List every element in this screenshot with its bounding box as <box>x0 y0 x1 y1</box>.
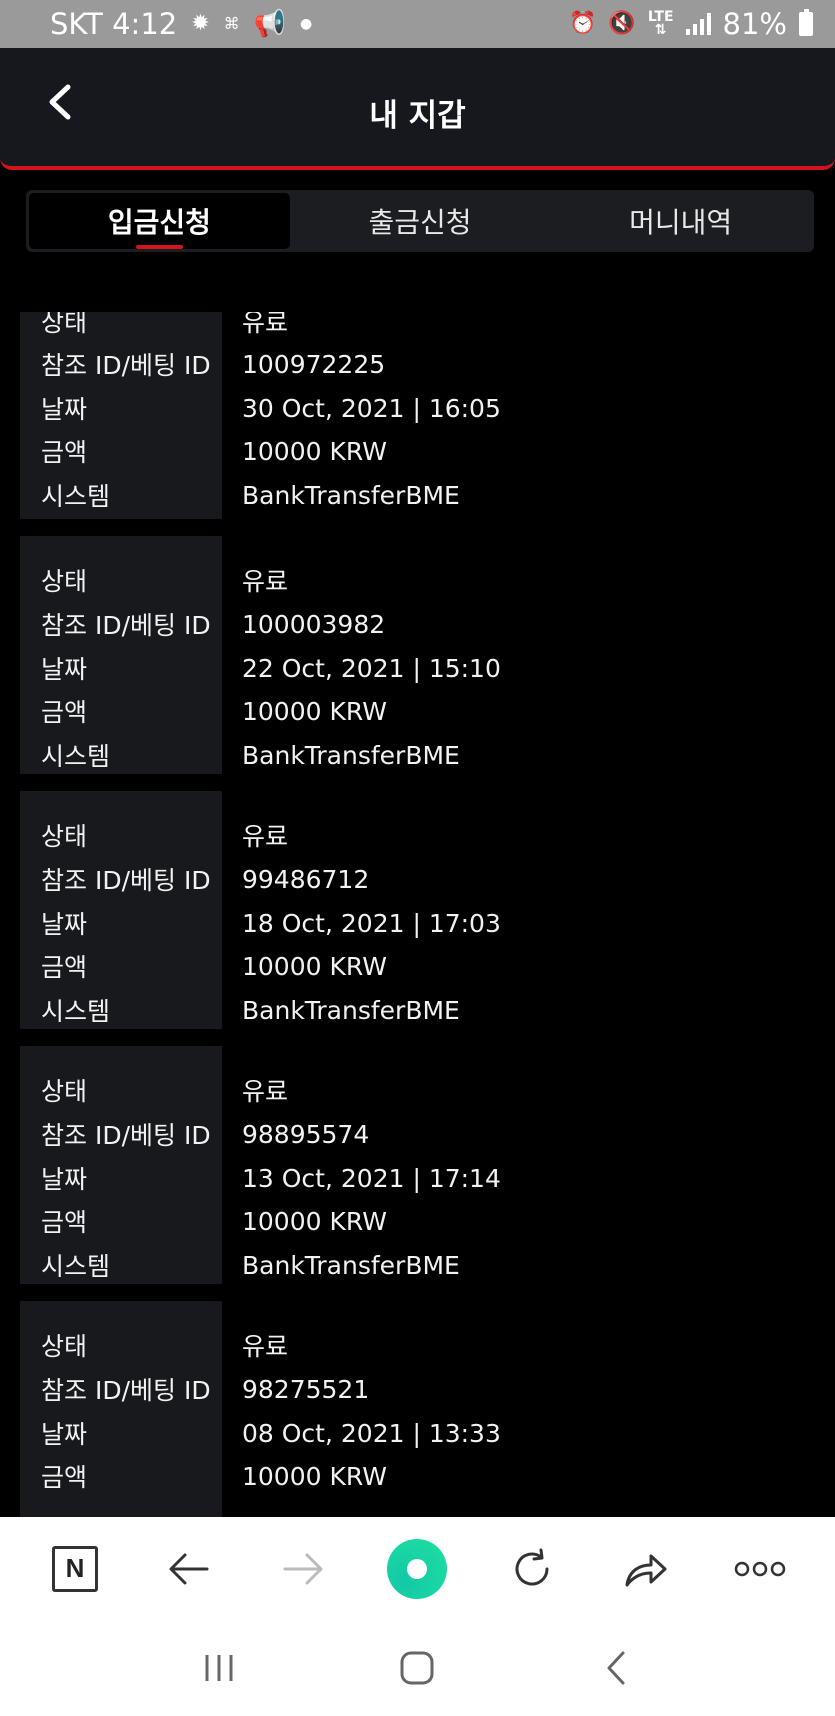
value-status: 유료 <box>242 822 289 851</box>
wallet-tabs: 입금신청 출금신청 머니내역 <box>26 190 814 252</box>
label-amount: 금액 <box>41 438 88 467</box>
label-ref-id: 참조 ID/베팅 ID <box>41 1376 211 1405</box>
value-date: 18 Oct, 2021 | 17:03 <box>242 908 501 938</box>
label-status: 상태 <box>41 822 88 851</box>
home-button[interactable] <box>382 1638 452 1698</box>
value-date: 22 Oct, 2021 | 15:10 <box>242 653 501 683</box>
label-date: 날짜 <box>41 1420 88 1449</box>
value-ref-id: 98275521 <box>242 1374 370 1404</box>
naver-n-icon: N <box>52 1545 99 1592</box>
transaction-card: 상태 유료 참조 ID/베팅 ID 98275521 날짜 08 Oct, 20… <box>0 1301 835 1517</box>
browser-toolbar: N <box>0 1517 835 1620</box>
label-amount: 금액 <box>41 1208 88 1237</box>
label-date: 날짜 <box>41 910 88 939</box>
transaction-card: 상태 유료 참조 ID/베팅 ID 100972225 날짜 30 Oct, 2… <box>0 312 835 519</box>
value-amount: 10000 KRW <box>242 1206 387 1236</box>
transaction-card: 상태 유료 참조 ID/베팅 ID 98895574 날짜 13 Oct, 20… <box>0 1046 835 1284</box>
value-system: BankTransferBME <box>242 1250 460 1280</box>
tab-withdraw-request[interactable]: 출금신청 <box>290 193 551 249</box>
label-date: 날짜 <box>41 1165 88 1194</box>
carrier-time: SKT 4:12 <box>50 7 178 41</box>
label-status: 상태 <box>41 1077 88 1106</box>
signal-icon <box>685 13 711 35</box>
back-arrow-icon <box>169 1553 209 1584</box>
label-amount: 금액 <box>41 698 88 727</box>
value-system: BankTransferBME <box>242 995 460 1025</box>
mute-icon: 🔇 <box>608 11 636 36</box>
more-icon <box>734 1561 786 1576</box>
label-status: 상태 <box>41 567 88 596</box>
value-amount: 10000 KRW <box>242 436 387 466</box>
transaction-card: 상태 유료 참조 ID/베팅 ID 100003982 날짜 22 Oct, 2… <box>0 536 835 774</box>
forward-arrow-icon <box>283 1553 323 1584</box>
home-green-icon <box>387 1538 448 1599</box>
value-status: 유료 <box>242 312 289 337</box>
value-ref-id: 98895574 <box>242 1119 370 1149</box>
label-system: 시스템 <box>41 1252 111 1281</box>
browser-back-button[interactable] <box>149 1529 229 1609</box>
label-system: 시스템 <box>41 997 111 1026</box>
reload-button[interactable] <box>492 1529 572 1609</box>
label-status: 상태 <box>41 1332 88 1361</box>
label-system: 시스템 <box>41 742 111 771</box>
megaphone-icon: 📢 <box>253 9 287 39</box>
reload-icon <box>515 1548 549 1585</box>
alarm-icon: ⏰ <box>569 11 597 36</box>
system-nav-bar <box>0 1620 835 1716</box>
value-status: 유료 <box>242 1077 289 1106</box>
value-system: BankTransferBME <box>242 740 460 770</box>
label-status: 상태 <box>41 312 88 337</box>
label-amount: 금액 <box>41 1463 88 1492</box>
tab-label: 머니내역 <box>629 206 733 239</box>
value-amount: 10000 KRW <box>242 951 387 981</box>
value-date: 13 Oct, 2021 | 17:14 <box>242 1163 501 1193</box>
label-ref-id: 참조 ID/베팅 ID <box>41 1121 211 1150</box>
label-date: 날짜 <box>41 395 88 424</box>
recent-apps-icon <box>205 1655 233 1681</box>
label-date: 날짜 <box>41 655 88 684</box>
app-grid-icon: ⌘ <box>223 14 240 33</box>
transaction-list[interactable]: 상태 유료 참조 ID/베팅 ID 100972225 날짜 30 Oct, 2… <box>0 312 835 1517</box>
value-ref-id: 99486712 <box>242 864 370 894</box>
tab-label: 입금신청 <box>108 201 211 249</box>
tab-money-history[interactable]: 머니내역 <box>550 193 811 249</box>
status-bar: SKT 4:12 ✹ ⌘ 📢 ● ⏰ 🔇 LTE ⇅ 81% <box>0 0 835 48</box>
label-amount: 금액 <box>41 953 88 982</box>
value-status: 유료 <box>242 1332 289 1361</box>
value-amount: 10000 KRW <box>242 696 387 726</box>
value-date: 08 Oct, 2021 | 13:33 <box>242 1418 501 1448</box>
recent-apps-button[interactable] <box>184 1638 254 1698</box>
value-system: BankTransferBME <box>242 480 460 510</box>
lte-icon: LTE ⇅ <box>647 9 674 38</box>
tab-deposit-request[interactable]: 입금신청 <box>29 193 290 249</box>
value-date: 30 Oct, 2021 | 16:05 <box>242 393 501 423</box>
browser-forward-button[interactable] <box>263 1529 343 1609</box>
app-header: 내 지갑 <box>0 48 835 170</box>
value-status: 유료 <box>242 567 289 596</box>
system-back-button[interactable] <box>581 1638 651 1698</box>
battery-percent: 81% <box>722 7 787 41</box>
share-button[interactable] <box>606 1529 686 1609</box>
chevron-left-icon <box>607 1651 625 1685</box>
transaction-card: 상태 유료 참조 ID/베팅 ID 99486712 날짜 18 Oct, 20… <box>0 791 835 1029</box>
tab-label: 출금신청 <box>368 206 472 239</box>
value-ref-id: 100972225 <box>242 349 386 379</box>
battery-icon <box>799 9 813 36</box>
value-ref-id: 100003982 <box>242 609 386 639</box>
label-ref-id: 참조 ID/베팅 ID <box>41 866 211 895</box>
dot-icon: ● <box>300 16 313 32</box>
settings-gear-icon: ✹ <box>191 11 210 36</box>
more-button[interactable] <box>720 1529 800 1609</box>
naver-button[interactable]: N <box>35 1529 115 1609</box>
label-ref-id: 참조 ID/베팅 ID <box>41 611 211 640</box>
label-ref-id: 참조 ID/베팅 ID <box>41 351 211 380</box>
label-system: 시스템 <box>41 482 111 511</box>
value-amount: 10000 KRW <box>242 1461 387 1491</box>
browser-home-button[interactable] <box>377 1529 457 1609</box>
share-icon <box>625 1554 667 1586</box>
page-title: 내 지갑 <box>369 98 466 134</box>
home-square-icon <box>400 1651 434 1685</box>
